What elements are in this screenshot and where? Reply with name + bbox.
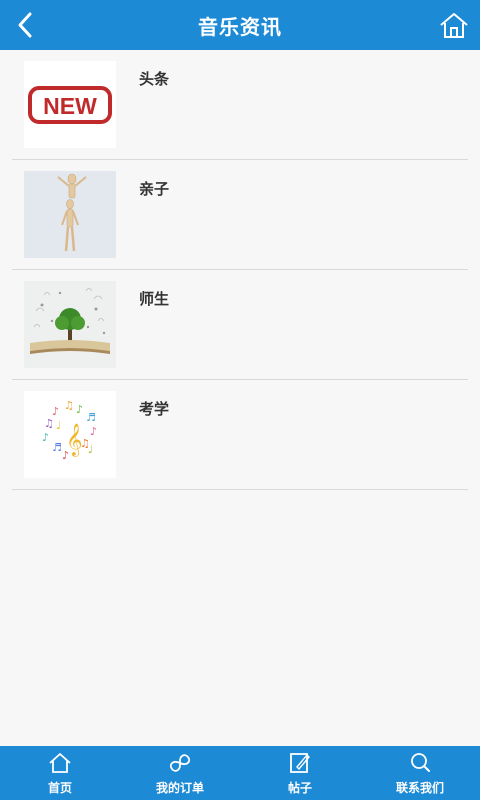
svg-text:♬: ♬ [86, 411, 96, 424]
svg-text:♩: ♩ [88, 443, 93, 456]
infinity-icon [169, 754, 191, 772]
tab-label: 首页 [47, 781, 72, 795]
tree-book-image [24, 281, 116, 368]
tab-my-orders[interactable]: 我的订单 [120, 746, 240, 800]
wooden-figures-image [24, 171, 116, 258]
tab-posts[interactable]: 帖子 [240, 746, 360, 800]
chevron-left-icon[interactable] [12, 10, 42, 40]
svg-text:NEW: NEW [43, 93, 97, 119]
header-bar: 音乐资讯 [0, 0, 480, 50]
news-category-list: NEW 头条 亲子 师生 ♪ ♫ ♪ ♬ ♫ ♩ ♪ ♪ ♫ ♬ ♩ ♪ 𝄞 考… [0, 50, 480, 490]
svg-text:𝄞: 𝄞 [66, 423, 83, 457]
new-badge-image: NEW [24, 61, 116, 148]
list-item-label: 师生 [139, 290, 170, 308]
tab-label: 联系我们 [395, 781, 444, 795]
search-icon [411, 753, 430, 772]
tab-label: 帖子 [287, 781, 312, 795]
bottom-tab-bar: 首页 我的订单 帖子 联系我们 [0, 746, 480, 800]
list-item-label: 亲子 [139, 180, 170, 198]
svg-text:♫: ♫ [64, 399, 74, 412]
list-item-shisheng[interactable]: 师生 [12, 270, 468, 380]
list-item-kaoxue[interactable]: ♪ ♫ ♪ ♬ ♫ ♩ ♪ ♪ ♫ ♬ ♩ ♪ 𝄞 考学 [12, 380, 468, 490]
home-icon [49, 753, 71, 773]
music-notes-image: ♪ ♫ ♪ ♬ ♫ ♩ ♪ ♪ ♫ ♬ ♩ ♪ 𝄞 [24, 391, 116, 478]
tab-label: 我的订单 [155, 781, 204, 795]
list-item-toutiao[interactable]: NEW 头条 [12, 50, 468, 160]
page-title: 音乐资讯 [198, 14, 282, 39]
svg-text:♩: ♩ [56, 419, 61, 432]
tab-contact-us[interactable]: 联系我们 [360, 746, 480, 800]
svg-text:♪: ♪ [42, 431, 49, 444]
list-item-label: 头条 [139, 70, 170, 88]
tab-home[interactable]: 首页 [0, 746, 120, 800]
svg-text:♬: ♬ [52, 441, 62, 454]
home-icon[interactable] [438, 10, 470, 40]
edit-icon [290, 753, 310, 773]
list-item-label: 考学 [139, 400, 170, 418]
svg-text:♪: ♪ [90, 425, 97, 438]
svg-text:♪: ♪ [76, 403, 83, 416]
svg-text:♫: ♫ [44, 417, 54, 430]
list-item-qinzi[interactable]: 亲子 [12, 160, 468, 270]
